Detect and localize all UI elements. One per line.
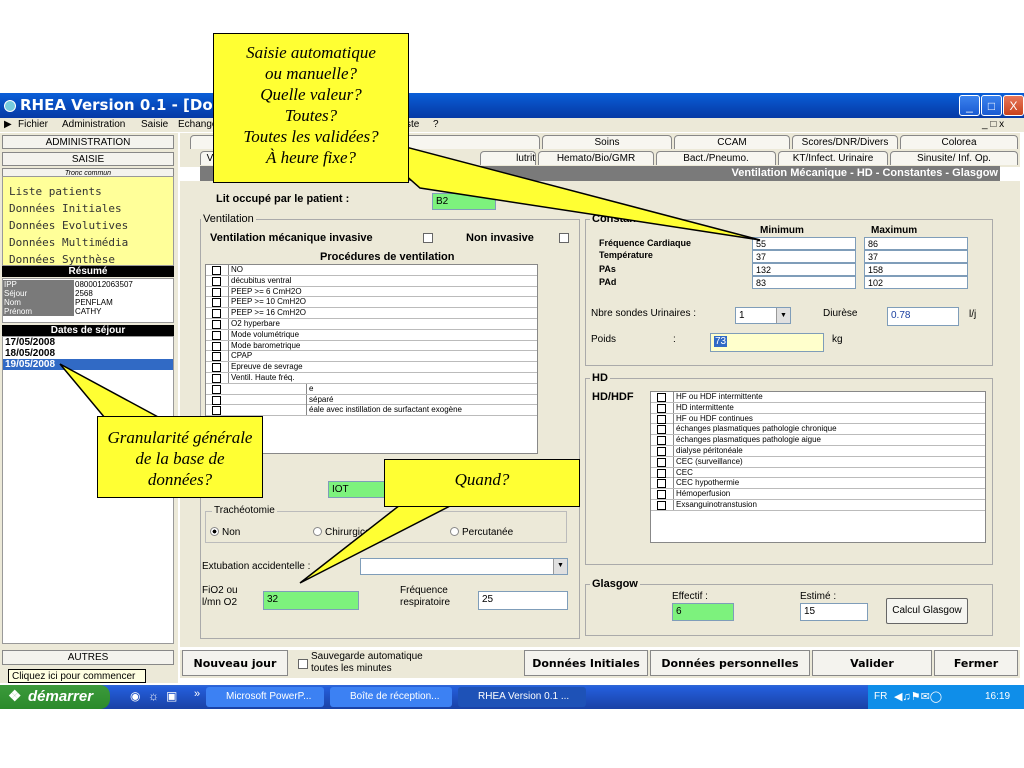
callout-line: Granularité générale — [107, 428, 253, 447]
callout-line: Quand? — [454, 470, 510, 489]
callout-line: Quelle valeur? — [260, 85, 362, 104]
callout-granularite: Granularité générale de la base de donné… — [97, 416, 263, 498]
callout-line: Toutes? — [284, 106, 338, 125]
callout-line: Toutes les validées? — [243, 127, 379, 146]
callout-line: de la base de — [135, 449, 225, 468]
callout-quand: Quand? — [384, 459, 580, 507]
pointer-quand — [299, 504, 453, 584]
callout-line: données? — [147, 470, 213, 489]
callout-pointers — [59, 134, 761, 584]
pointer-saisie — [359, 134, 761, 241]
pointer-granularite — [59, 363, 161, 419]
callout-line: Saisie automatique — [246, 43, 376, 62]
callout-line: À heure fixe? — [266, 148, 356, 167]
callout-line: ou manuelle? — [264, 64, 358, 83]
callout-saisie: Saisie automatique ou manuelle? Quelle v… — [213, 33, 409, 183]
